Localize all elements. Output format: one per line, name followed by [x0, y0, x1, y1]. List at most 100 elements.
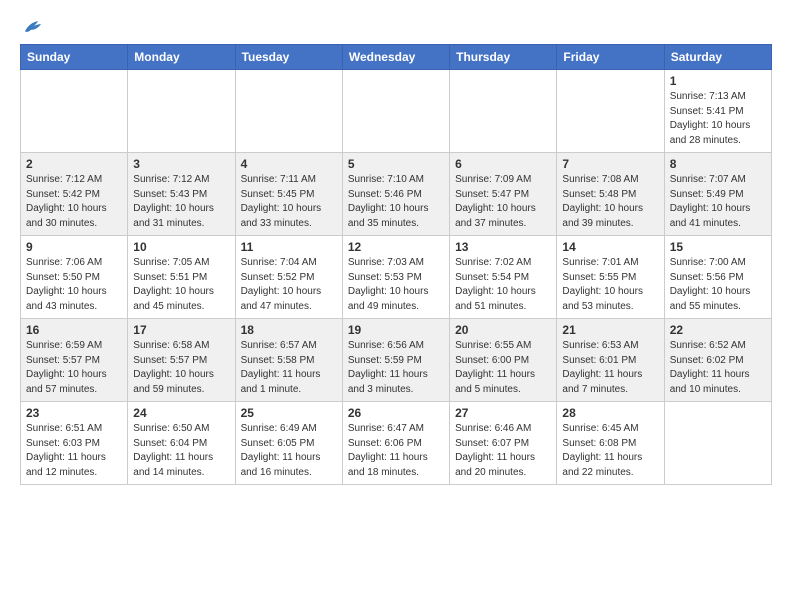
day-info: Sunrise: 6:57 AM Sunset: 5:58 PM Dayligh…	[241, 339, 337, 397]
day-info: Sunrise: 7:12 AM Sunset: 5:42 PM Dayligh…	[26, 173, 122, 231]
calendar-cell: 11 Sunrise: 7:04 AM Sunset: 5:52 PM Dayli…	[235, 236, 342, 319]
calendar-cell	[664, 402, 771, 485]
calendar-cell: 5 Sunrise: 7:10 AM Sunset: 5:46 PM Daylig…	[342, 153, 449, 236]
calendar-week-row: 2 Sunrise: 7:12 AM Sunset: 5:42 PM Daylig…	[21, 153, 772, 236]
day-info: Sunrise: 7:06 AM Sunset: 5:50 PM Dayligh…	[26, 256, 122, 314]
day-info: Sunrise: 6:53 AM Sunset: 6:01 PM Dayligh…	[562, 339, 658, 397]
day-number: 17	[133, 323, 229, 337]
day-info: Sunrise: 6:46 AM Sunset: 6:07 PM Dayligh…	[455, 422, 551, 480]
day-number: 6	[455, 157, 551, 171]
calendar-header-row: SundayMondayTuesdayWednesdayThursdayFrid…	[21, 45, 772, 70]
calendar-cell: 15Sunrise: 7:00 AM Sunset: 5:56 PM Dayli…	[664, 236, 771, 319]
day-number: 13	[455, 240, 551, 254]
day-info: Sunrise: 7:09 AM Sunset: 5:47 PM Dayligh…	[455, 173, 551, 231]
calendar-cell: 12 Sunrise: 7:03 AM Sunset: 5:53 PM Dayli…	[342, 236, 449, 319]
day-number: 26	[348, 406, 444, 420]
calendar-cell: 21 Sunrise: 6:53 AM Sunset: 6:01 PM Dayli…	[557, 319, 664, 402]
day-number: 11	[241, 240, 337, 254]
calendar-cell: 10 Sunrise: 7:05 AM Sunset: 5:51 PM Dayli…	[128, 236, 235, 319]
calendar-cell: 14 Sunrise: 7:01 AM Sunset: 5:55 PM Dayli…	[557, 236, 664, 319]
col-header-wednesday: Wednesday	[342, 45, 449, 70]
calendar-cell: 4 Sunrise: 7:11 AM Sunset: 5:45 PM Daylig…	[235, 153, 342, 236]
col-header-sunday: Sunday	[21, 45, 128, 70]
calendar-cell: 8 Sunrise: 7:07 AM Sunset: 5:49 PM Daylig…	[664, 153, 771, 236]
calendar-cell	[450, 70, 557, 153]
col-header-saturday: Saturday	[664, 45, 771, 70]
day-number: 18	[241, 323, 337, 337]
col-header-monday: Monday	[128, 45, 235, 70]
page: SundayMondayTuesdayWednesdayThursdayFrid…	[0, 0, 792, 501]
day-number: 9	[26, 240, 122, 254]
day-info: Sunrise: 7:05 AM Sunset: 5:51 PM Dayligh…	[133, 256, 229, 314]
day-number: 22	[670, 323, 766, 337]
day-number: 12	[348, 240, 444, 254]
header	[20, 16, 772, 34]
day-info: Sunrise: 6:51 AM Sunset: 6:03 PM Dayligh…	[26, 422, 122, 480]
day-number: 10	[133, 240, 229, 254]
calendar-week-row: 16 Sunrise: 6:59 AM Sunset: 5:57 PM Dayli…	[21, 319, 772, 402]
calendar-cell: 13 Sunrise: 7:02 AM Sunset: 5:54 PM Dayli…	[450, 236, 557, 319]
day-number: 8	[670, 157, 766, 171]
day-number: 28	[562, 406, 658, 420]
day-number: 1	[670, 74, 766, 88]
day-number: 5	[348, 157, 444, 171]
calendar-cell	[21, 70, 128, 153]
col-header-tuesday: Tuesday	[235, 45, 342, 70]
calendar-week-row: 9 Sunrise: 7:06 AM Sunset: 5:50 PM Daylig…	[21, 236, 772, 319]
calendar-cell: 2 Sunrise: 7:12 AM Sunset: 5:42 PM Daylig…	[21, 153, 128, 236]
calendar-cell: 24 Sunrise: 6:50 AM Sunset: 6:04 PM Dayli…	[128, 402, 235, 485]
calendar-cell: 9 Sunrise: 7:06 AM Sunset: 5:50 PM Daylig…	[21, 236, 128, 319]
day-number: 27	[455, 406, 551, 420]
day-info: Sunrise: 7:07 AM Sunset: 5:49 PM Dayligh…	[670, 173, 766, 231]
day-info: Sunrise: 7:04 AM Sunset: 5:52 PM Dayligh…	[241, 256, 337, 314]
calendar-week-row: 1 Sunrise: 7:13 AM Sunset: 5:41 PM Daylig…	[21, 70, 772, 153]
calendar-cell: 17 Sunrise: 6:58 AM Sunset: 5:57 PM Dayli…	[128, 319, 235, 402]
calendar-cell	[235, 70, 342, 153]
day-info: Sunrise: 6:47 AM Sunset: 6:06 PM Dayligh…	[348, 422, 444, 480]
day-info: Sunrise: 7:01 AM Sunset: 5:55 PM Dayligh…	[562, 256, 658, 314]
day-number: 16	[26, 323, 122, 337]
day-number: 21	[562, 323, 658, 337]
day-number: 25	[241, 406, 337, 420]
day-number: 14	[562, 240, 658, 254]
calendar-cell: 25Sunrise: 6:49 AM Sunset: 6:05 PM Dayli…	[235, 402, 342, 485]
calendar-cell: 18 Sunrise: 6:57 AM Sunset: 5:58 PM Dayli…	[235, 319, 342, 402]
calendar-cell	[342, 70, 449, 153]
calendar-cell: 1 Sunrise: 7:13 AM Sunset: 5:41 PM Daylig…	[664, 70, 771, 153]
day-number: 19	[348, 323, 444, 337]
day-info: Sunrise: 7:02 AM Sunset: 5:54 PM Dayligh…	[455, 256, 551, 314]
day-info: Sunrise: 7:11 AM Sunset: 5:45 PM Dayligh…	[241, 173, 337, 231]
day-info: Sunrise: 6:52 AM Sunset: 6:02 PM Dayligh…	[670, 339, 766, 397]
calendar-cell: 16 Sunrise: 6:59 AM Sunset: 5:57 PM Dayli…	[21, 319, 128, 402]
calendar-cell	[557, 70, 664, 153]
calendar-cell: 26 Sunrise: 6:47 AM Sunset: 6:06 PM Dayli…	[342, 402, 449, 485]
logo	[20, 16, 44, 34]
day-info: Sunrise: 6:59 AM Sunset: 5:57 PM Dayligh…	[26, 339, 122, 397]
day-number: 3	[133, 157, 229, 171]
calendar: SundayMondayTuesdayWednesdayThursdayFrid…	[20, 44, 772, 485]
calendar-cell: 27 Sunrise: 6:46 AM Sunset: 6:07 PM Dayli…	[450, 402, 557, 485]
day-info: Sunrise: 6:58 AM Sunset: 5:57 PM Dayligh…	[133, 339, 229, 397]
day-info: Sunrise: 7:13 AM Sunset: 5:41 PM Dayligh…	[670, 90, 766, 148]
day-info: Sunrise: 7:03 AM Sunset: 5:53 PM Dayligh…	[348, 256, 444, 314]
col-header-thursday: Thursday	[450, 45, 557, 70]
calendar-cell: 6 Sunrise: 7:09 AM Sunset: 5:47 PM Daylig…	[450, 153, 557, 236]
day-number: 2	[26, 157, 122, 171]
day-number: 4	[241, 157, 337, 171]
col-header-friday: Friday	[557, 45, 664, 70]
day-info: Sunrise: 6:50 AM Sunset: 6:04 PM Dayligh…	[133, 422, 229, 480]
day-info: Sunrise: 6:45 AM Sunset: 6:08 PM Dayligh…	[562, 422, 658, 480]
day-number: 20	[455, 323, 551, 337]
calendar-cell: 20 Sunrise: 6:55 AM Sunset: 6:00 PM Dayli…	[450, 319, 557, 402]
calendar-cell: 22 Sunrise: 6:52 AM Sunset: 6:02 PM Dayli…	[664, 319, 771, 402]
calendar-cell: 28 Sunrise: 6:45 AM Sunset: 6:08 PM Dayli…	[557, 402, 664, 485]
calendar-cell	[128, 70, 235, 153]
calendar-week-row: 23 Sunrise: 6:51 AM Sunset: 6:03 PM Dayli…	[21, 402, 772, 485]
day-number: 24	[133, 406, 229, 420]
day-info: Sunrise: 7:10 AM Sunset: 5:46 PM Dayligh…	[348, 173, 444, 231]
day-info: Sunrise: 6:55 AM Sunset: 6:00 PM Dayligh…	[455, 339, 551, 397]
day-info: Sunrise: 7:12 AM Sunset: 5:43 PM Dayligh…	[133, 173, 229, 231]
day-number: 23	[26, 406, 122, 420]
calendar-cell: 3 Sunrise: 7:12 AM Sunset: 5:43 PM Daylig…	[128, 153, 235, 236]
calendar-cell: 19Sunrise: 6:56 AM Sunset: 5:59 PM Dayli…	[342, 319, 449, 402]
